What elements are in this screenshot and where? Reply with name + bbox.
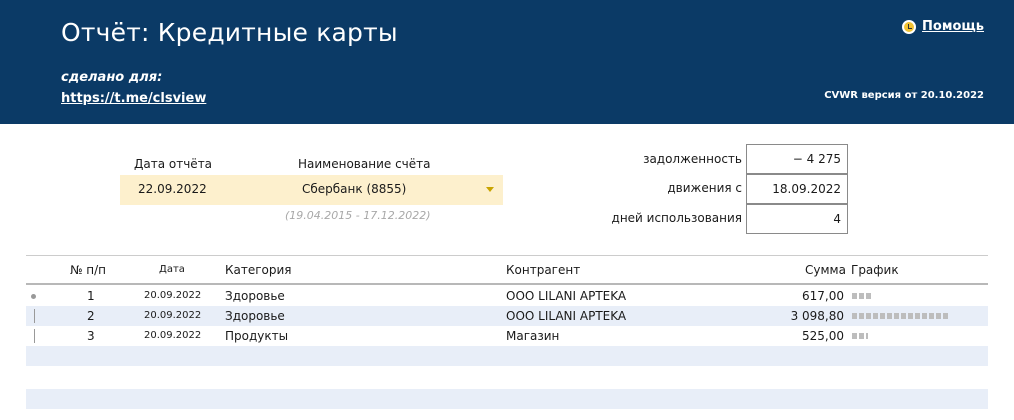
help-label: Помощь bbox=[922, 19, 984, 34]
days-value: 4 bbox=[746, 204, 848, 234]
row-bar bbox=[852, 313, 948, 319]
header-chart: График bbox=[851, 263, 899, 277]
row-amount: 617,00 bbox=[802, 289, 844, 303]
movements-value: 18.09.2022 bbox=[746, 174, 848, 204]
period-range: (19.04.2015 - 17.12.2022) bbox=[285, 209, 431, 222]
row-marker-icon bbox=[31, 294, 36, 299]
row-amount: 3 098,80 bbox=[790, 309, 844, 323]
row-date: 20.09.2022 bbox=[144, 290, 202, 301]
row-bar bbox=[852, 293, 871, 299]
empty-row bbox=[26, 389, 988, 409]
row-num: 1 bbox=[87, 289, 95, 303]
account-name-label: Наименование счёта bbox=[298, 157, 431, 171]
help-link[interactable]: Помощь bbox=[902, 19, 984, 34]
table-row[interactable]: 1 20.09.2022 Здоровье ООО LILANI APTEKA … bbox=[26, 286, 988, 306]
debt-value: − 4 275 bbox=[746, 144, 848, 174]
table-top-divider bbox=[26, 255, 988, 256]
page-title: Отчёт: Кредитные карты bbox=[61, 18, 398, 47]
table-row[interactable]: 3 20.09.2022 Продукты Магазин 525,00 bbox=[26, 326, 988, 346]
account-select[interactable]: Сбербанк (8855) bbox=[302, 182, 406, 196]
header-counterparty: Контрагент bbox=[506, 263, 581, 277]
debt-label: задолженность bbox=[643, 152, 742, 166]
clock-icon bbox=[902, 19, 917, 34]
table-header-divider bbox=[26, 283, 988, 285]
header-amount: Сумма bbox=[805, 263, 846, 277]
row-category: Здоровье bbox=[225, 309, 285, 323]
row-num: 3 bbox=[87, 329, 95, 343]
row-amount: 525,00 bbox=[802, 329, 844, 343]
row-counterparty: Магазин bbox=[506, 329, 560, 343]
days-label: дней использования bbox=[611, 211, 742, 225]
row-category: Здоровье bbox=[225, 289, 285, 303]
header-num: № п/п bbox=[70, 263, 107, 277]
report-date-label: Дата отчёта bbox=[134, 157, 213, 171]
report-date-input[interactable]: 22.09.2022 bbox=[138, 182, 207, 196]
dropdown-arrow-icon[interactable] bbox=[486, 187, 494, 192]
empty-row bbox=[26, 346, 988, 366]
row-num: 2 bbox=[87, 309, 95, 323]
header-category: Категория bbox=[225, 263, 292, 277]
row-category: Продукты bbox=[225, 329, 289, 343]
row-counterparty: ООО LILANI APTEKA bbox=[506, 309, 627, 323]
table-row[interactable]: 2 20.09.2022 Здоровье ООО LILANI APTEKA … bbox=[26, 306, 988, 326]
row-marker-icon bbox=[34, 309, 35, 323]
row-date: 20.09.2022 bbox=[144, 330, 202, 341]
row-date: 20.09.2022 bbox=[144, 310, 202, 321]
row-bar bbox=[852, 333, 868, 339]
header-date: Дата bbox=[159, 264, 185, 275]
report-header: Отчёт: Кредитные карты сделано для: http… bbox=[0, 0, 1014, 124]
telegram-link[interactable]: https://t.me/clsview bbox=[61, 91, 206, 106]
made-for-label: сделано для: bbox=[61, 70, 163, 85]
movements-label: движения с bbox=[667, 181, 742, 195]
row-marker-icon bbox=[34, 329, 35, 343]
version-label: CVWR версия от 20.10.2022 bbox=[824, 90, 984, 101]
row-counterparty: ООО LILANI APTEKA bbox=[506, 289, 627, 303]
